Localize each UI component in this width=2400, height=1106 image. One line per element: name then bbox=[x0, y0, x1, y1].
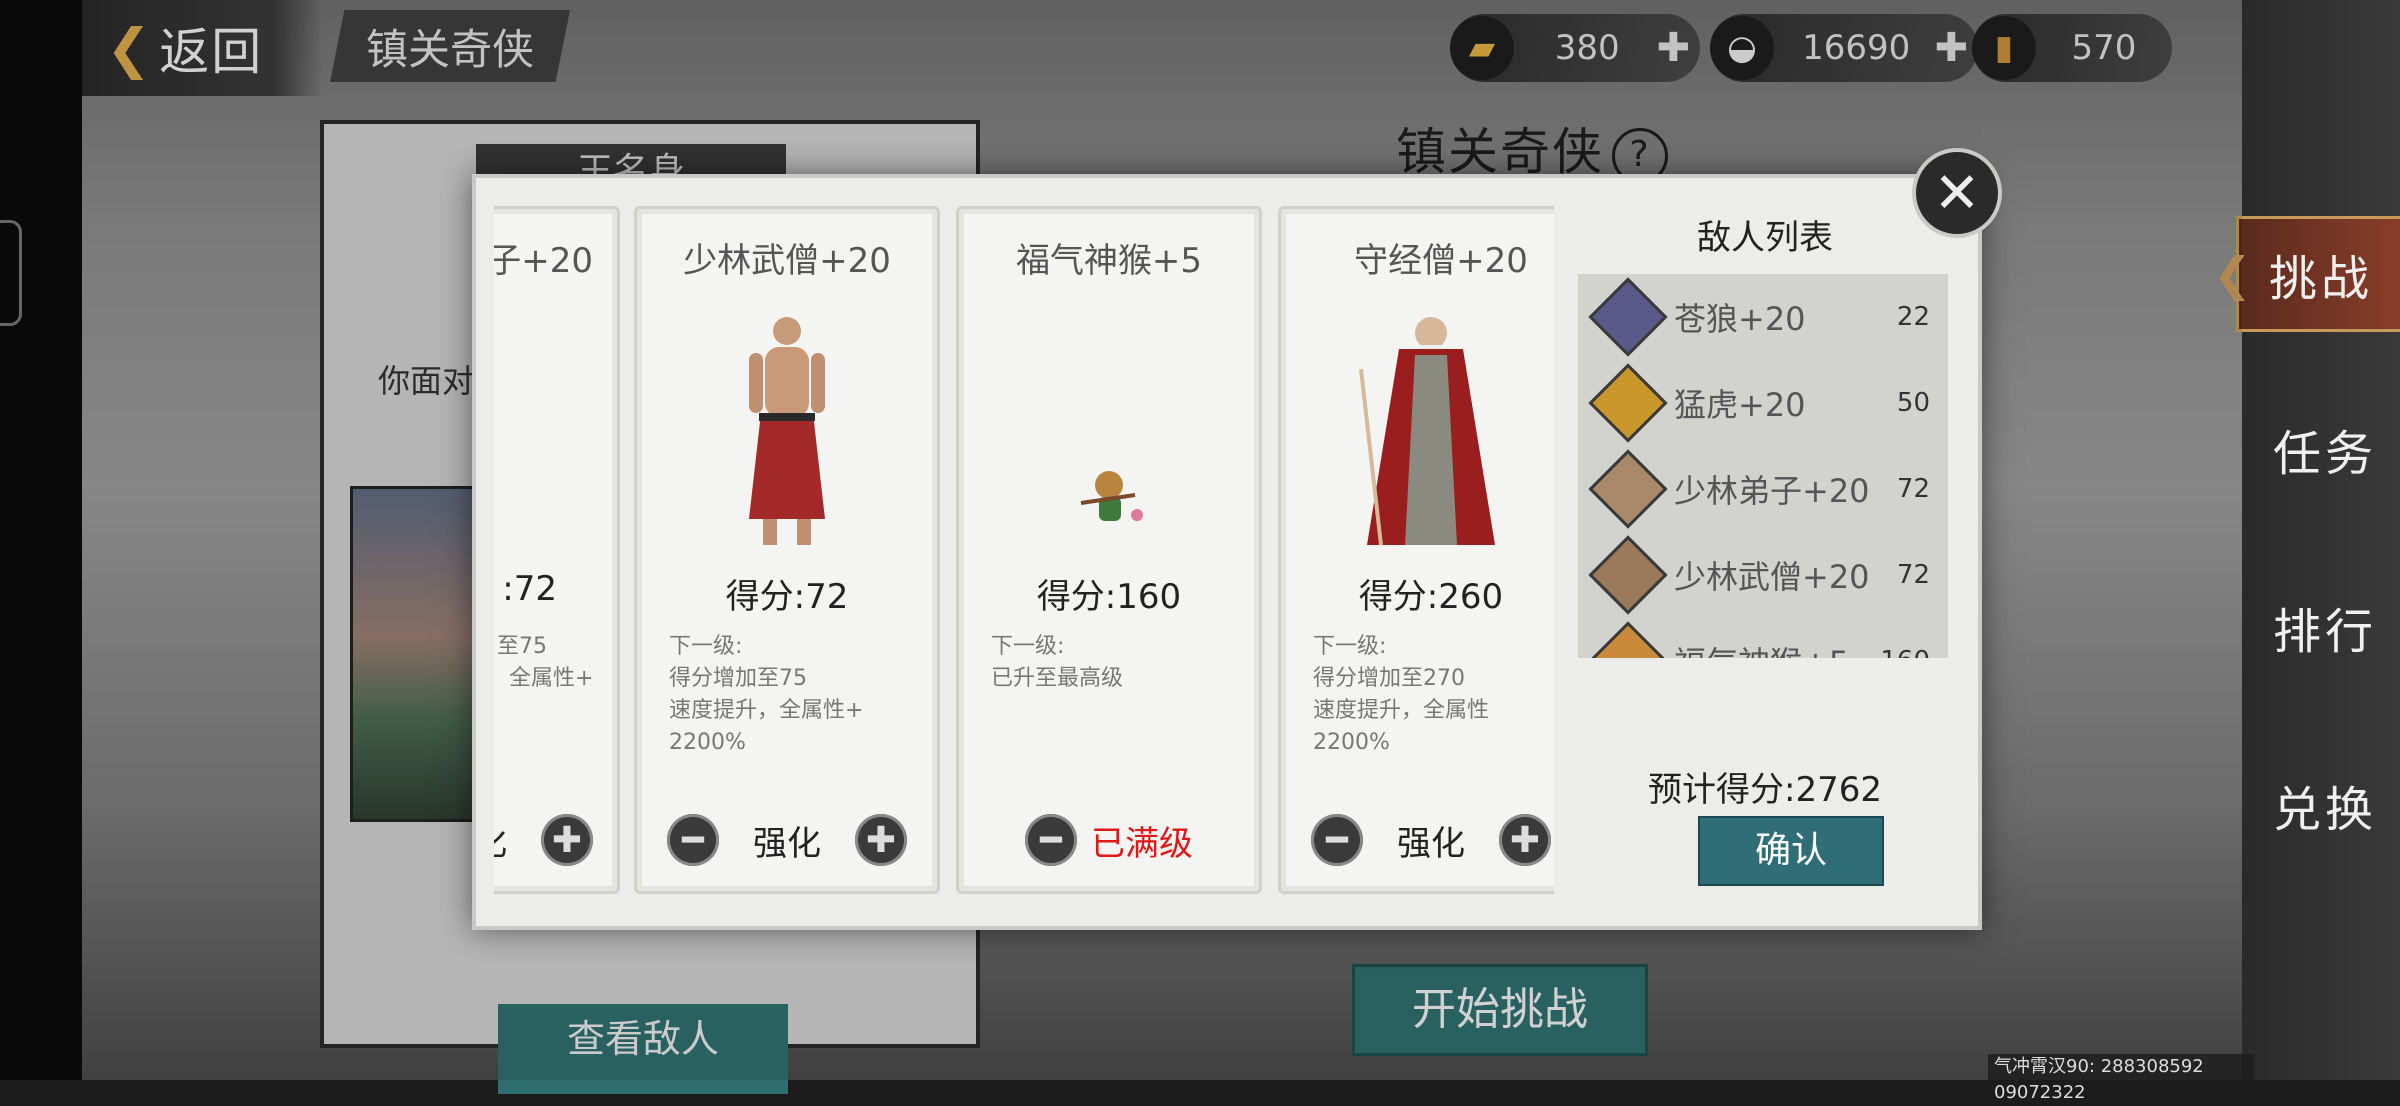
list-item[interactable]: 少林弟子+20 72 bbox=[1578, 446, 1948, 532]
shaolin-monk-portrait bbox=[749, 317, 825, 545]
camera-notch bbox=[0, 220, 22, 326]
enemy-card: 守经僧+20 得分:260 下一级: 得分增加至270 速度提升，全属性 220… bbox=[1278, 206, 1554, 894]
enhance-label: 强化 bbox=[1397, 823, 1465, 864]
decrease-button[interactable]: ━ bbox=[667, 814, 719, 866]
enemy-score: 160 bbox=[1880, 646, 1930, 658]
sutra-guardian-monk-portrait bbox=[1359, 317, 1495, 546]
side-nav-label: 兑换 bbox=[2272, 782, 2377, 838]
side-nav-label: 排行 bbox=[2272, 604, 2377, 660]
card-name: 少林武僧+20 bbox=[683, 241, 891, 281]
enemy-name: 少林弟子+20 bbox=[1674, 472, 1870, 510]
card-name: 子+20 bbox=[494, 241, 593, 281]
estimated-score: 预计得分:2762 bbox=[1648, 770, 1882, 810]
side-nav-exchange[interactable]: 兑换 bbox=[2250, 750, 2400, 860]
left-screen-edge bbox=[0, 0, 82, 1080]
side-nav-challenge[interactable]: ❮ 挑战 bbox=[2213, 216, 2400, 332]
enemy-score: 72 bbox=[1896, 560, 1930, 590]
decrease-button[interactable]: ━ bbox=[1311, 814, 1363, 866]
wolf-avatar-icon bbox=[1588, 277, 1668, 357]
enemy-card: 少林武僧+20 得分:72 下一级: 得分增加至75 速度提升，全属性+ 220… bbox=[634, 206, 940, 894]
enemy-list-title: 敌人列表 bbox=[1697, 218, 1833, 258]
card-controls: ━ 强化 ✚ bbox=[637, 805, 937, 875]
list-item[interactable]: 猛虎+20 50 bbox=[1578, 360, 1948, 446]
side-nav-tasks[interactable]: 任务 bbox=[2250, 394, 2400, 504]
side-nav-label: 挑战 bbox=[2268, 251, 2373, 307]
enhance-label: 化 bbox=[494, 816, 507, 865]
enemy-card: 子+20 :72 至75 全属性+ 化 ✚ bbox=[494, 206, 620, 894]
enemy-score: 72 bbox=[1896, 474, 1930, 504]
card-next-level: 下一级: 得分增加至270 速度提升，全属性 2200% bbox=[1313, 634, 1490, 755]
card-next-level: 下一级: 已升至最高级 bbox=[991, 634, 1124, 691]
increase-button[interactable]: ✚ bbox=[1499, 814, 1551, 866]
enemy-card-carousel[interactable]: 子+20 :72 至75 全属性+ 化 ✚ 少林武僧+20 bbox=[494, 206, 1554, 894]
close-icon[interactable]: ✕ bbox=[1912, 148, 2002, 238]
side-nav-label: 任务 bbox=[2272, 426, 2377, 482]
list-item[interactable]: 福气神猴+5 160 bbox=[1578, 618, 1948, 658]
card-score: :72 bbox=[502, 569, 557, 609]
enemy-card: 福气神猴+5 得分:160 下一级: 已升至最高级 ━ 已满级 bbox=[956, 206, 1262, 894]
enemy-score: 22 bbox=[1896, 302, 1930, 332]
side-nav-bar bbox=[2242, 0, 2400, 1080]
card-name: 守经僧+20 bbox=[1354, 241, 1528, 281]
shaolin-monk-avatar-icon bbox=[1588, 535, 1668, 615]
enemy-score: 50 bbox=[1896, 388, 1930, 418]
enemy-list-panel: 敌人列表 苍狼+20 22 猛虎+20 50 少林弟子+20 72 少林武僧+2… bbox=[1556, 178, 1974, 922]
enhance-label: 强化 bbox=[753, 823, 821, 864]
lucky-monkey-portrait bbox=[1080, 471, 1143, 521]
card-controls: 化 ✚ bbox=[494, 805, 617, 875]
card-next-level: 至75 全属性+ bbox=[497, 634, 594, 691]
confirm-button[interactable]: 确认 bbox=[1698, 816, 1884, 886]
card-name: 福气神猴+5 bbox=[1015, 241, 1203, 281]
enemy-name: 苍狼+20 bbox=[1674, 300, 1806, 338]
enemy-name: 福气神猴+5 bbox=[1674, 638, 1880, 658]
side-nav-ranking[interactable]: 排行 bbox=[2250, 572, 2400, 682]
card-score: 得分:160 bbox=[1036, 577, 1182, 617]
card-score: 得分:72 bbox=[725, 577, 849, 617]
list-item[interactable]: 苍狼+20 22 bbox=[1578, 274, 1948, 360]
shaolin-disciple-avatar-icon bbox=[1588, 449, 1668, 529]
player-id-watermark: 气冲霄汉90: 288308592 09072322 bbox=[1988, 1054, 2254, 1103]
increase-button[interactable]: ✚ bbox=[855, 814, 907, 866]
upgrade-enemy-dialog: 子+20 :72 至75 全属性+ 化 ✚ 少林武僧+20 bbox=[472, 174, 1982, 930]
max-level-label: 已满级 bbox=[1091, 823, 1193, 864]
list-item[interactable]: 少林武僧+20 72 bbox=[1578, 532, 1948, 618]
monkey-avatar-icon bbox=[1588, 621, 1668, 658]
enemy-name: 猛虎+20 bbox=[1674, 386, 1806, 424]
card-controls: ━ 强化 ✚ bbox=[1281, 805, 1554, 875]
decrease-button[interactable]: ━ bbox=[1025, 814, 1077, 866]
card-score: 得分:260 bbox=[1358, 577, 1504, 617]
enemy-name: 少林武僧+20 bbox=[1674, 558, 1870, 596]
enemy-list[interactable]: 苍狼+20 22 猛虎+20 50 少林弟子+20 72 少林武僧+20 72 … bbox=[1578, 274, 1948, 658]
increase-button[interactable]: ✚ bbox=[541, 814, 593, 866]
tiger-avatar-icon bbox=[1588, 363, 1668, 443]
card-next-level: 下一级: 得分增加至75 速度提升，全属性+ 2200% bbox=[669, 634, 864, 755]
card-controls: ━ 已满级 bbox=[959, 805, 1259, 875]
